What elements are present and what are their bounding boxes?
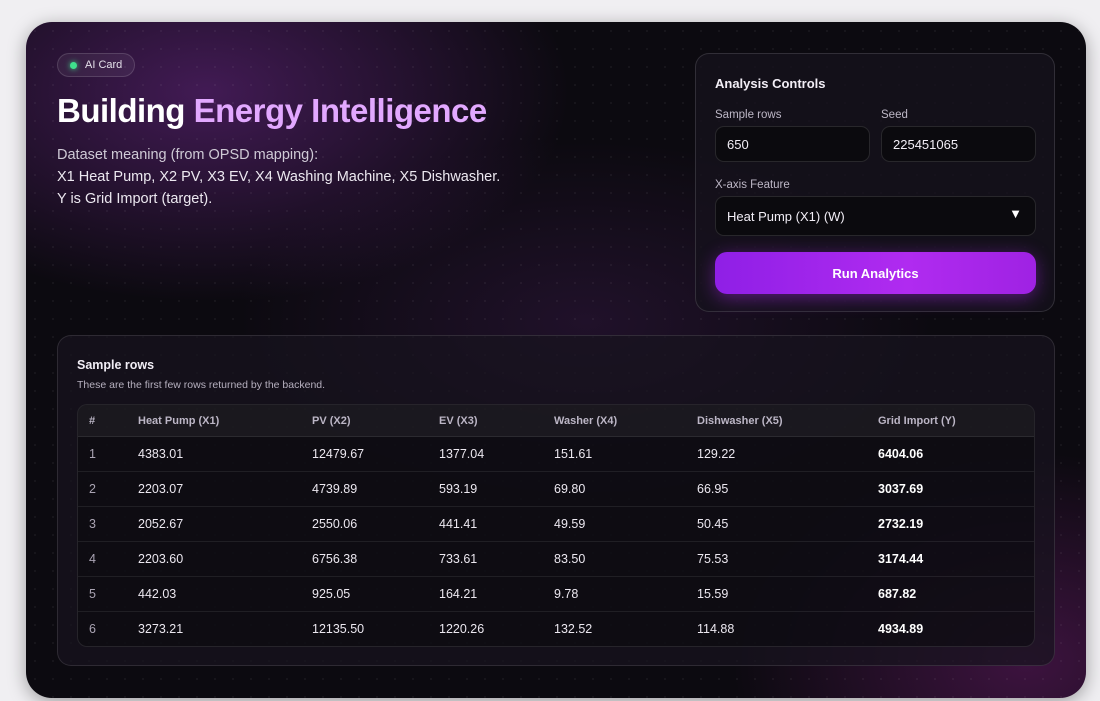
sample-rows-input[interactable]: 650: [715, 126, 870, 162]
heat-pump-cell: 4383.01: [138, 447, 184, 461]
grid-import-cell: 6404.06: [878, 447, 924, 461]
heat-pump-cell: 442.03: [138, 587, 177, 601]
sample-rows-panel: Sample rows These are the first few rows…: [57, 335, 1055, 666]
table-row: 2 2203.07 4739.89 593.19 69.80 66.95 303…: [78, 471, 1034, 506]
page-title: Building Energy Intelligence: [57, 92, 487, 130]
column-header-heat-pump: Heat Pump (X1): [138, 415, 220, 427]
x-axis-feature-value: Heat Pump (X1) (W): [727, 208, 845, 224]
caret-down-icon: ▼: [1009, 206, 1022, 221]
row-index: 2: [89, 482, 96, 496]
row-index: 6: [89, 622, 96, 636]
table-row: 6 3273.21 12135.50 1220.26 132.52 114.88…: [78, 611, 1034, 646]
title-part-1: Building: [57, 92, 185, 129]
column-header-grid-import: Grid Import (Y): [878, 415, 956, 427]
table-row: 5 442.03 925.05 164.21 9.78 15.59 687.82: [78, 576, 1034, 611]
pv-cell: 12479.67: [312, 447, 365, 461]
row-index: 4: [89, 552, 96, 566]
heat-pump-cell: 2203.60: [138, 552, 184, 566]
table-row: 4 2203.60 6756.38 733.61 83.50 75.53 317…: [78, 541, 1034, 576]
title-part-2: Energy Intelligence: [193, 92, 488, 129]
sample-rows-subtitle: These are the first few rows returned by…: [77, 379, 326, 391]
dishwasher-cell: 66.95: [697, 482, 729, 496]
ai-card-badge: AI Card: [57, 53, 136, 77]
dishwasher-cell: 50.45: [697, 517, 729, 531]
x-axis-feature-select[interactable]: Heat Pump (X1) (W) ▼: [715, 196, 1036, 236]
grid-import-cell: 687.82: [878, 587, 917, 601]
row-index: 3: [89, 517, 96, 531]
pv-cell: 925.05: [312, 587, 351, 601]
grid-import-cell: 3174.44: [878, 552, 924, 566]
row-index: 1: [89, 447, 96, 461]
ev-cell: 1377.04: [439, 447, 485, 461]
table-row: 3 2052.67 2550.06 441.41 49.59 50.45 273…: [78, 506, 1034, 541]
washer-cell: 9.78: [554, 587, 579, 601]
ev-cell: 1220.26: [439, 622, 485, 636]
seed-label: Seed: [881, 109, 908, 121]
grid-import-cell: 4934.89: [878, 622, 924, 636]
ev-cell: 441.41: [439, 517, 478, 531]
row-index: 5: [89, 587, 96, 601]
table-header-row: # Heat Pump (X1) PV (X2) EV (X3) Washer …: [78, 405, 1034, 437]
status-dot-icon: [70, 61, 77, 69]
dishwasher-cell: 75.53: [697, 552, 729, 566]
dataset-description: Dataset meaning (from OPSD mapping): X1 …: [57, 144, 617, 210]
x-axis-feature-label: X-axis Feature: [715, 179, 790, 191]
washer-cell: 69.80: [554, 482, 586, 496]
sample-rows-label: Sample rows: [715, 109, 782, 121]
grid-import-cell: 3037.69: [878, 482, 924, 496]
heat-pump-cell: 2203.07: [138, 482, 184, 496]
washer-cell: 132.52: [554, 622, 593, 636]
seed-value: 225451065: [893, 136, 959, 152]
dishwasher-cell: 15.59: [697, 587, 729, 601]
sample-rows-value: 650: [727, 136, 749, 152]
run-analytics-button[interactable]: Run Analytics: [715, 252, 1036, 294]
ev-cell: 593.19: [439, 482, 478, 496]
column-header-ev: EV (X3): [439, 415, 478, 427]
analysis-controls-panel: Analysis Controls Sample rows 650 Seed 2…: [695, 53, 1055, 312]
column-header-washer: Washer (X4): [554, 415, 618, 427]
table-row: 1 4383.01 12479.67 1377.04 151.61 129.22…: [78, 436, 1034, 471]
ev-cell: 164.21: [439, 587, 478, 601]
description-line-2: X1 Heat Pump, X2 PV, X3 EV, X4 Washing M…: [57, 169, 501, 185]
column-header-index: #: [89, 415, 96, 427]
dishwasher-cell: 129.22: [697, 447, 736, 461]
heat-pump-cell: 3273.21: [138, 622, 184, 636]
washer-cell: 151.61: [554, 447, 593, 461]
badge-label: AI Card: [85, 59, 123, 71]
description-line-3: Y is Grid Import (target).: [57, 191, 213, 207]
pv-cell: 2550.06: [312, 517, 358, 531]
description-line-1: Dataset meaning (from OPSD mapping):: [57, 147, 319, 163]
heat-pump-cell: 2052.67: [138, 517, 184, 531]
controls-heading: Analysis Controls: [715, 76, 826, 91]
seed-input[interactable]: 225451065: [881, 126, 1036, 162]
pv-cell: 4739.89: [312, 482, 358, 496]
column-header-dishwasher: Dishwasher (X5): [697, 415, 783, 427]
pv-cell: 12135.50: [312, 622, 365, 636]
dishwasher-cell: 114.88: [697, 622, 735, 636]
ev-cell: 733.61: [439, 552, 478, 566]
grid-import-cell: 2732.19: [878, 517, 924, 531]
pv-cell: 6756.38: [312, 552, 358, 566]
ai-card: AI Card Building Energy Intelligence Dat…: [26, 22, 1086, 698]
sample-rows-table: # Heat Pump (X1) PV (X2) EV (X3) Washer …: [77, 404, 1035, 647]
sample-rows-heading: Sample rows: [77, 358, 155, 372]
washer-cell: 49.59: [554, 517, 586, 531]
column-header-pv: PV (X2): [312, 415, 351, 427]
washer-cell: 83.50: [554, 552, 586, 566]
